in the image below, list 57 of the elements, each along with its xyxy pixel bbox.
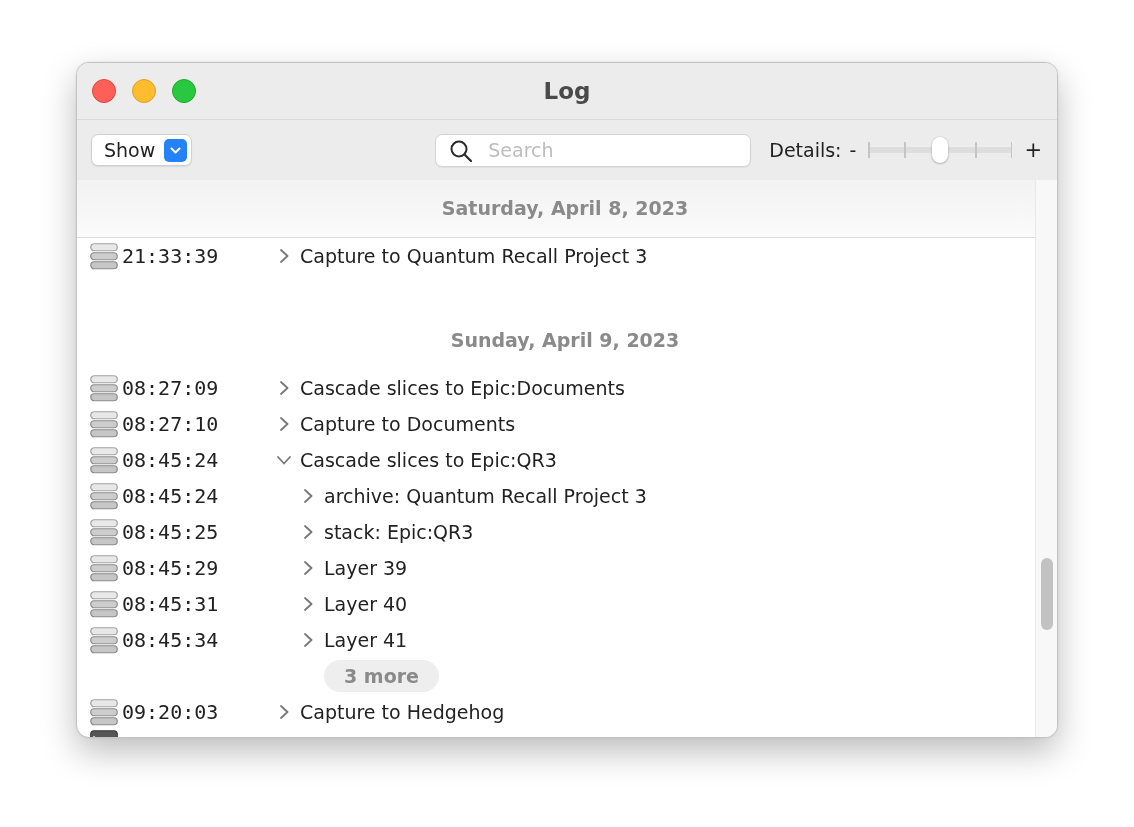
scrollbar-track[interactable] bbox=[1035, 180, 1057, 737]
zoom-button[interactable] bbox=[172, 79, 196, 103]
stack-icon bbox=[90, 482, 118, 510]
log-time: 21:33:39 bbox=[122, 244, 220, 268]
log-message: Cascade slices to Epic:Documents bbox=[300, 377, 625, 399]
stack-icon bbox=[90, 446, 118, 474]
log-time: 09:20:03 bbox=[122, 700, 220, 724]
show-popup-button[interactable]: Show bbox=[91, 134, 193, 166]
log-message: Capture to Documents bbox=[300, 413, 516, 435]
scrollbar-thumb[interactable] bbox=[1041, 558, 1053, 630]
chevron-right-icon[interactable] bbox=[279, 381, 289, 395]
log-time: 08:45:24 bbox=[122, 484, 220, 508]
chevron-right-icon[interactable] bbox=[303, 597, 313, 611]
log-time: 08:27:10 bbox=[122, 412, 220, 436]
chevron-right-icon[interactable] bbox=[303, 633, 313, 647]
log-time: 08:45:24 bbox=[122, 448, 220, 472]
log-message: archive: Quantum Recall Project 3 bbox=[324, 485, 647, 507]
stack-icon bbox=[90, 242, 118, 270]
chevron-right-icon[interactable] bbox=[303, 489, 313, 503]
log-time: 08:45:25 bbox=[122, 520, 220, 544]
details-slider[interactable] bbox=[868, 136, 1013, 164]
stack-icon bbox=[90, 626, 118, 654]
log-time: 08:45:34 bbox=[122, 628, 220, 652]
stack-icon bbox=[90, 410, 118, 438]
log-time: 08:45:29 bbox=[122, 556, 220, 580]
log-message: Layer 41 bbox=[324, 629, 408, 651]
window-title: Log bbox=[543, 78, 591, 104]
stack-icon bbox=[90, 518, 118, 546]
slider-min-label: - bbox=[849, 139, 857, 161]
stack-icon bbox=[90, 374, 118, 402]
log-message: Layer 39 bbox=[324, 557, 408, 579]
stack-icon bbox=[90, 698, 118, 726]
search-icon bbox=[450, 139, 473, 162]
log-entry-icon bbox=[90, 730, 118, 737]
slider-thumb[interactable] bbox=[932, 137, 949, 163]
log-time: 08:27:09 bbox=[122, 376, 220, 400]
chevron-down-icon bbox=[164, 138, 188, 162]
log-message: Layer 40 bbox=[324, 593, 408, 615]
stack-icon bbox=[90, 554, 118, 582]
details-label: Details: bbox=[769, 139, 842, 161]
log-message: stack: Epic:QR3 bbox=[324, 521, 474, 543]
chevron-right-icon[interactable] bbox=[303, 561, 313, 575]
date-header: Saturday, April 8, 2023 bbox=[77, 180, 1035, 238]
chevron-right-icon[interactable] bbox=[303, 525, 313, 539]
log-time: 08:45:31 bbox=[122, 592, 220, 616]
chevron-right-icon[interactable] bbox=[279, 249, 289, 263]
log-message: Cascade slices to Epic:QR3 bbox=[300, 449, 557, 471]
log-message: Capture to Hedgehog bbox=[300, 701, 505, 723]
stack-icon bbox=[90, 590, 118, 618]
close-button[interactable] bbox=[92, 79, 116, 103]
date-header: Sunday, April 9, 2023 bbox=[449, 328, 681, 353]
chevron-right-icon[interactable] bbox=[279, 705, 289, 719]
log-message: Capture to Quantum Recall Project 3 bbox=[300, 245, 648, 267]
chevron-right-icon[interactable] bbox=[279, 417, 289, 431]
slider-max-label: + bbox=[1024, 138, 1042, 162]
search-field[interactable]: Search bbox=[435, 133, 752, 167]
chevron-down-icon[interactable] bbox=[277, 455, 291, 465]
